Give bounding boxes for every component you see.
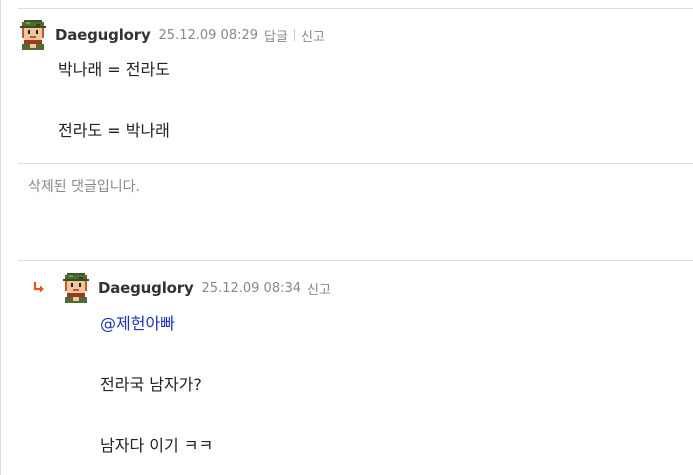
comment-body: 박나래 = 전라도 전라도 = 박나래 (58, 60, 170, 140)
report-button[interactable]: 신고 (307, 279, 331, 298)
comment-line: 전라도 = 박나래 (58, 121, 170, 141)
comment-item: Daeguglory 25.12.09 08:29 답글 신고 (18, 20, 325, 50)
divider (18, 260, 693, 261)
avatar-icon[interactable] (61, 273, 91, 303)
report-button[interactable]: 신고 (301, 26, 325, 45)
mention-link[interactable]: @제헌아빠 (100, 314, 213, 333)
author-name[interactable]: Daeguglory (98, 279, 194, 297)
reply-button[interactable]: 답글 (264, 26, 288, 45)
comment-line: 남자다 이기 ㅋㅋ (100, 436, 214, 456)
avatar-icon[interactable] (18, 20, 48, 50)
comment-body: @제헌아빠 전라국 남자가? 남자다 이기 ㅋㅋ (100, 314, 213, 456)
comment-timestamp: 25.12.09 08:34 (201, 280, 302, 296)
reply-comment-item: Daeguglory 25.12.09 08:34 신고 (61, 273, 331, 303)
comment-line: 박나래 = 전라도 (58, 60, 170, 79)
comment-header: Daeguglory 25.12.09 08:34 신고 (61, 273, 331, 303)
comment-timestamp: 25.12.09 08:29 (158, 27, 259, 43)
deleted-comment-notice: 삭제된 댓글입니다. (28, 179, 140, 195)
comment-header: Daeguglory 25.12.09 08:29 답글 신고 (18, 20, 325, 50)
divider (18, 8, 693, 9)
divider (18, 163, 693, 164)
author-name[interactable]: Daeguglory (55, 26, 151, 44)
reply-arrow-icon (33, 282, 44, 293)
left-border (0, 0, 1, 475)
action-divider (293, 29, 295, 41)
comment-line: 전라국 남자가? (100, 375, 202, 395)
